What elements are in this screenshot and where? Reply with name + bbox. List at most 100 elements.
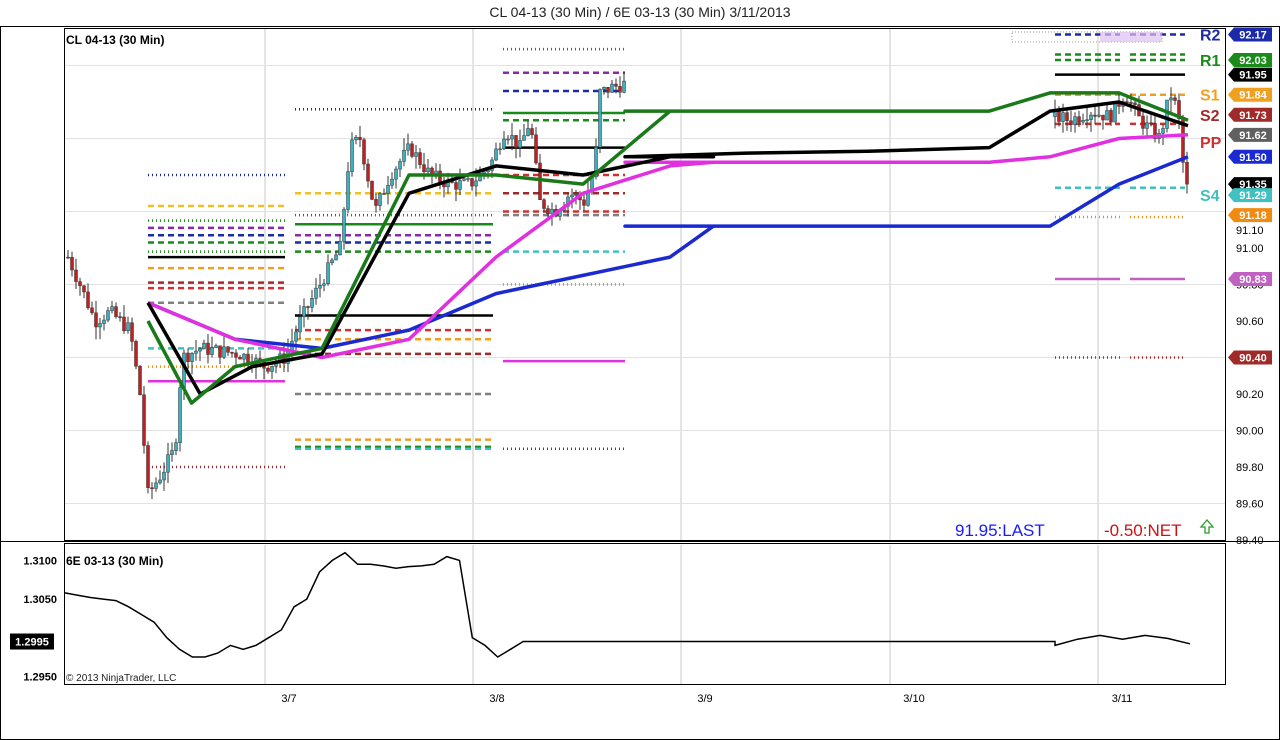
candle-body — [150, 487, 154, 489]
candle-body — [502, 138, 506, 150]
candle-body — [138, 365, 142, 395]
indicator-panel-title: 6E 03-13 (30 Min) — [66, 554, 163, 568]
y-tick-label: 1.3100 — [23, 555, 57, 567]
candle-body — [242, 353, 246, 360]
svg-text:91.29: 91.29 — [1239, 190, 1267, 202]
candle-body — [110, 306, 114, 311]
candle-body — [526, 128, 530, 136]
candle-body — [218, 345, 222, 358]
hatched-marker-fill — [1100, 32, 1162, 42]
price-badge: 91.62 — [1228, 127, 1272, 142]
candle-body — [542, 199, 546, 209]
y-tick-label: 89.60 — [1236, 499, 1264, 511]
candle-body — [330, 259, 334, 263]
candle-body — [206, 342, 210, 355]
candle-body — [362, 139, 366, 165]
candle-body — [602, 87, 606, 90]
candle-body — [302, 306, 306, 318]
svg-text:90.83: 90.83 — [1239, 274, 1267, 286]
candle-body — [1101, 114, 1105, 121]
candle-body — [234, 352, 238, 358]
candle-body — [570, 194, 574, 198]
candle-body — [402, 149, 406, 162]
candle-body — [530, 128, 534, 136]
pivot-label-r2: R2 — [1200, 27, 1221, 44]
price-panel-title: CL 04-13 (30 Min) — [66, 33, 164, 47]
candle-body — [270, 366, 274, 372]
candle-body — [1065, 112, 1069, 122]
svg-text:91.84: 91.84 — [1239, 90, 1267, 102]
svg-text:91.18: 91.18 — [1239, 210, 1267, 222]
pivot-label-r1: R1 — [1200, 53, 1221, 70]
candle-body — [1089, 114, 1093, 120]
chart-canvas: 3/7 3/8 3/9 3/10 3/11 89.40 89.60 89.80 90.00 90.… — [0, 26, 1280, 740]
candle-body — [514, 135, 518, 148]
y-tick-label: 89.40 — [1236, 535, 1264, 547]
candle-body — [1133, 102, 1137, 105]
pivot-label-s1: S1 — [1200, 88, 1220, 105]
candle-body — [222, 346, 226, 358]
last-price-label: 91.95:LAST — [955, 521, 1045, 540]
indicator-panel — [64, 543, 1226, 685]
price-badge: 91.18 — [1228, 208, 1272, 223]
candle-body — [1061, 112, 1065, 122]
candle-body — [398, 161, 402, 170]
y-tick-label: 89.80 — [1236, 462, 1264, 474]
candle-body — [610, 83, 614, 93]
candle-body — [318, 285, 322, 289]
candle-body — [198, 348, 202, 352]
svg-text:91.95: 91.95 — [1239, 70, 1267, 82]
candle-body — [1081, 120, 1085, 123]
candle-body — [454, 182, 458, 190]
candle-body — [366, 163, 370, 182]
candle-body — [1173, 97, 1177, 101]
candle-body — [210, 347, 214, 355]
candle-body — [486, 170, 490, 173]
candle-body — [314, 287, 318, 299]
candle-body — [306, 306, 310, 308]
svg-text:90.40: 90.40 — [1239, 353, 1267, 365]
candle-body — [482, 171, 486, 174]
candle-body — [294, 331, 298, 342]
candle-body — [582, 199, 586, 206]
pivot-label-s2: S2 — [1200, 108, 1220, 125]
candle-body — [174, 442, 178, 451]
candle-body — [374, 199, 378, 206]
candle-body — [390, 178, 394, 186]
candle-body — [1113, 101, 1117, 123]
candle-body — [1109, 110, 1113, 123]
candle-body — [426, 167, 430, 173]
candle-body — [334, 254, 338, 261]
svg-text:1.2995: 1.2995 — [15, 637, 49, 649]
candle-body — [358, 137, 362, 140]
candle-body — [114, 306, 118, 317]
candle-body — [614, 83, 618, 87]
candle-body — [410, 143, 414, 157]
candle-body — [462, 178, 466, 181]
candle-body — [1097, 114, 1101, 117]
svg-text:91.50: 91.50 — [1239, 152, 1267, 164]
candle-body — [82, 285, 86, 293]
net-change-label: -0.50:NET — [1104, 521, 1181, 540]
candle-body — [98, 323, 102, 328]
candle-body — [618, 86, 622, 93]
candle-body — [534, 134, 538, 164]
candle-body — [354, 137, 358, 141]
svg-text:91.73: 91.73 — [1239, 110, 1267, 122]
candle-body — [1073, 116, 1077, 125]
candle-body — [1169, 97, 1173, 101]
candle-body — [126, 322, 130, 332]
candle-body — [326, 262, 330, 284]
pivot-label-s4: S4 — [1200, 188, 1220, 205]
candle-body — [406, 143, 410, 151]
candle-body — [142, 394, 146, 446]
price-badge: 91.29 — [1228, 188, 1272, 203]
candle-body — [86, 291, 90, 309]
candle-body — [470, 178, 474, 187]
price-badge: 92.03 — [1228, 53, 1272, 68]
price-badge: 92.17 — [1228, 27, 1272, 42]
y-tick-label: 1.2950 — [23, 671, 57, 683]
candle-body — [1105, 110, 1109, 121]
y-tick-label: 90.60 — [1236, 316, 1264, 328]
candle-body — [1085, 119, 1089, 121]
